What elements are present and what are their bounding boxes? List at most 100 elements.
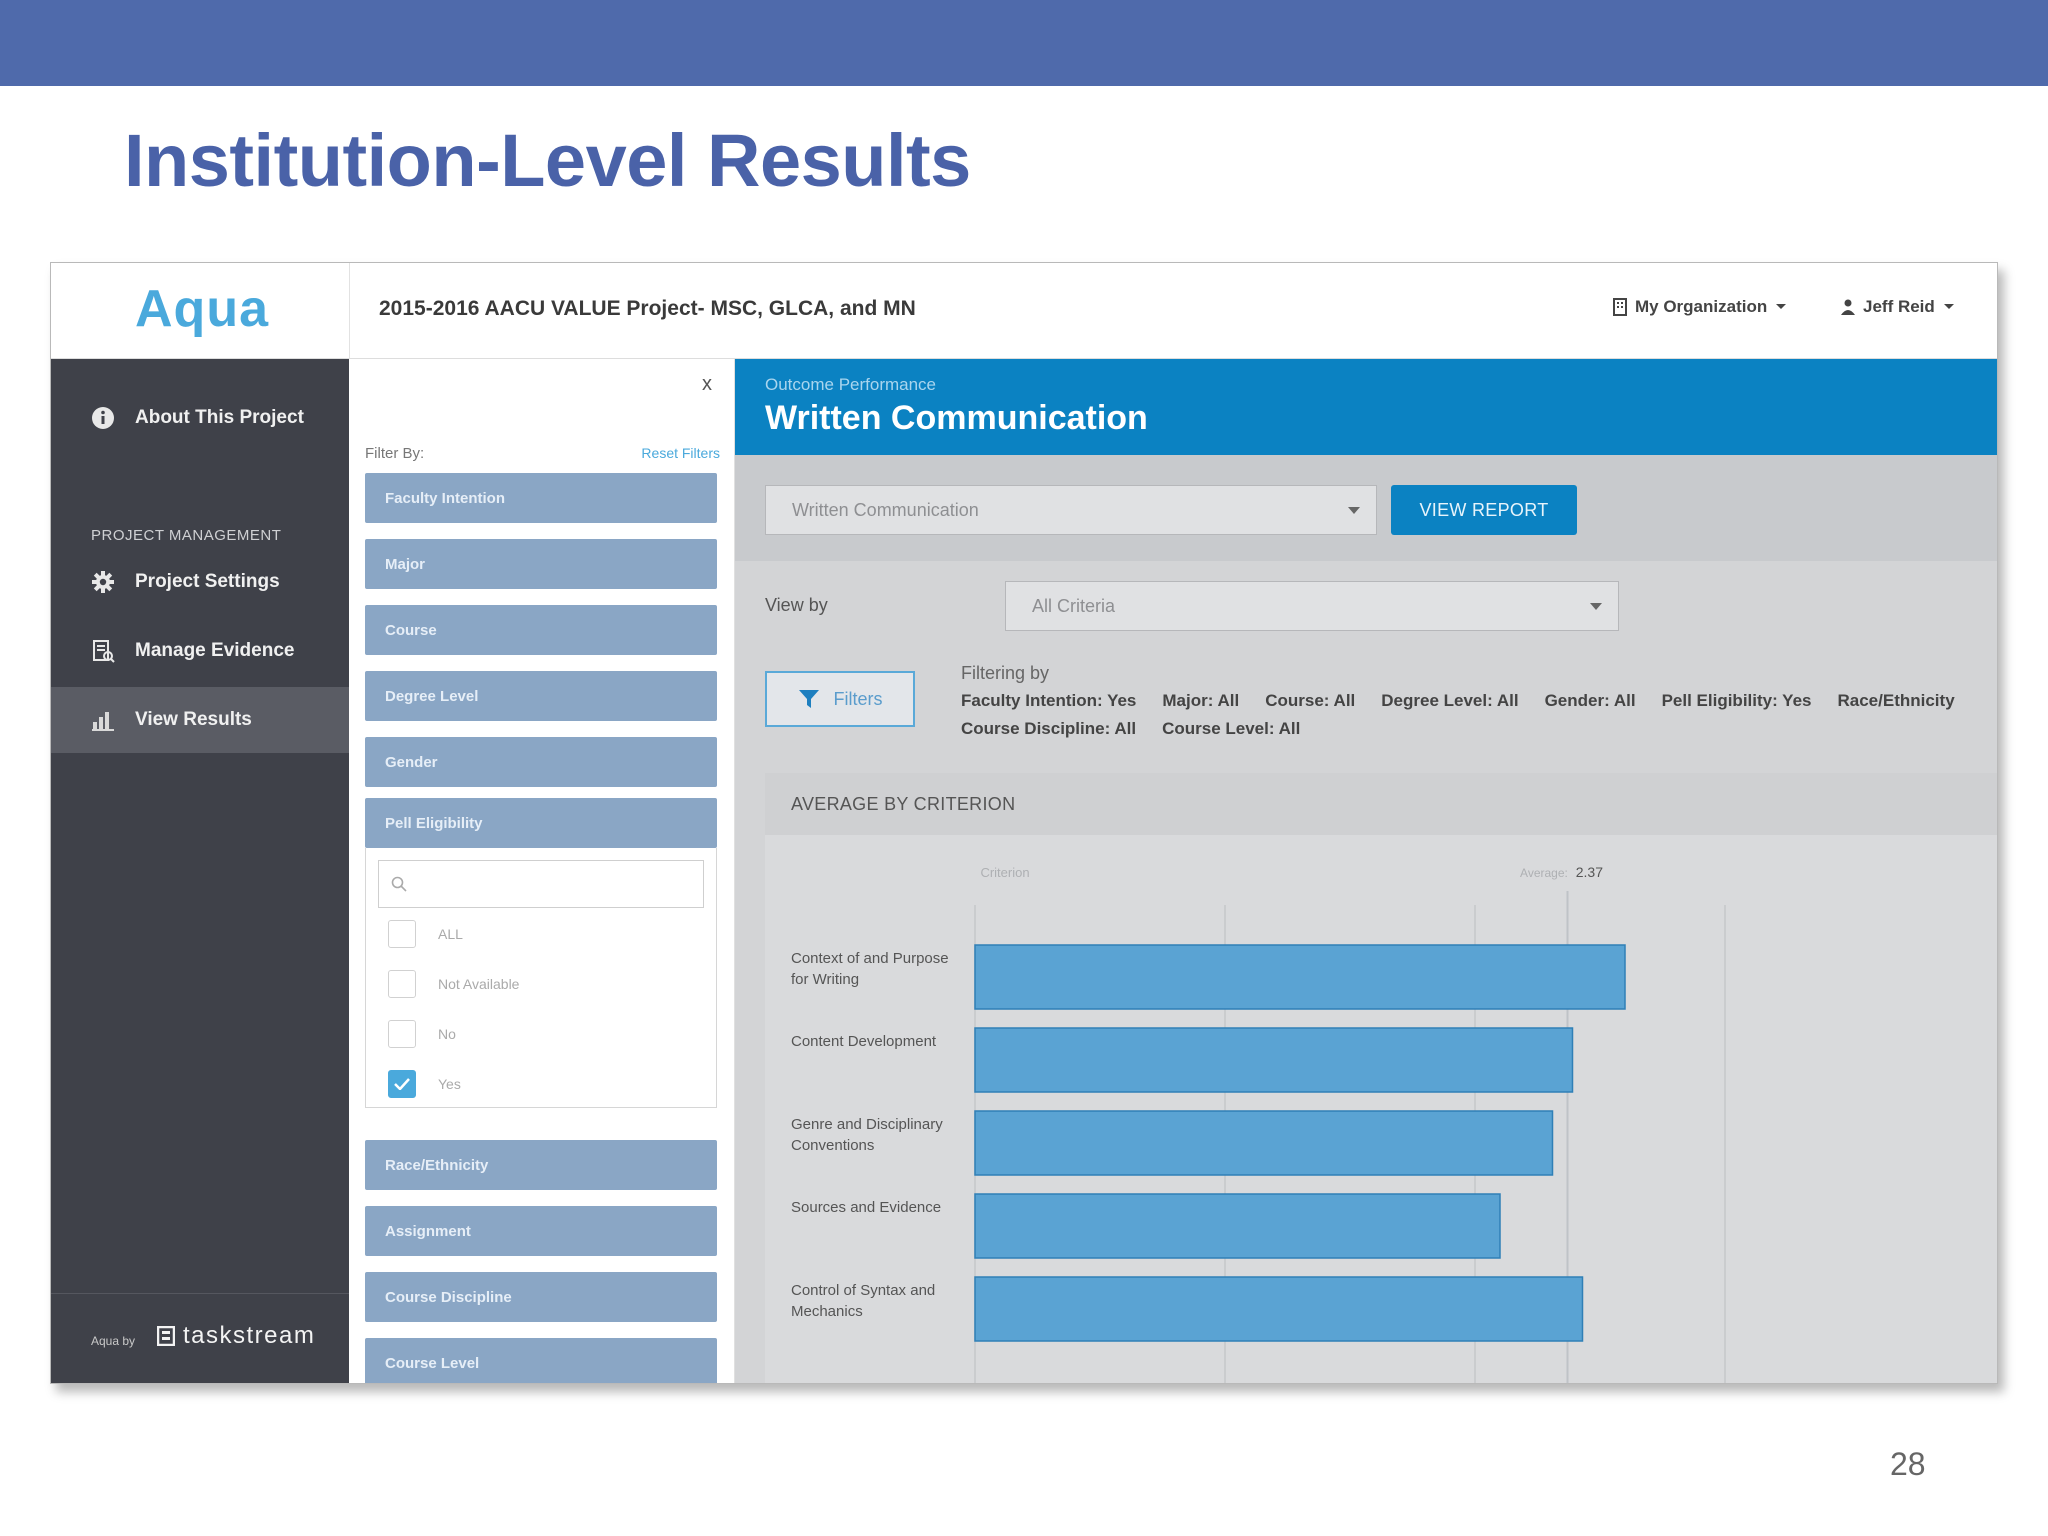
checkbox[interactable] bbox=[388, 1020, 416, 1048]
sidebar-item-label: About This Project bbox=[135, 407, 304, 428]
view-by-label: View by bbox=[765, 595, 828, 615]
slide-top-band bbox=[0, 0, 2048, 86]
category-label: Content Development bbox=[791, 1033, 937, 1050]
sidebar-item-about[interactable]: About This Project bbox=[51, 385, 349, 451]
aqua-logo[interactable]: Aqua bbox=[135, 279, 269, 339]
filter-faculty-intention[interactable]: Faculty Intention bbox=[365, 473, 717, 523]
banner-title: Written Communication bbox=[765, 399, 1148, 437]
active-filter: Course Level: All bbox=[1162, 719, 1301, 738]
pell-eligibility-options: ALL Not Available No Yes bbox=[365, 848, 717, 1108]
chart-icon bbox=[89, 706, 117, 734]
user-menu-label: Jeff Reid bbox=[1863, 297, 1935, 316]
pell-option-all[interactable]: ALL bbox=[388, 920, 463, 948]
average-label: Average: 2.37 bbox=[1520, 864, 1603, 880]
chart-bars bbox=[974, 944, 1626, 1342]
search-icon bbox=[391, 876, 407, 892]
filter-major[interactable]: Major bbox=[365, 539, 717, 589]
sidebar-item-label: View Results bbox=[135, 709, 252, 730]
category-label: Genre and Disciplinary Conventions bbox=[791, 1116, 943, 1154]
filter-course-discipline[interactable]: Course Discipline bbox=[365, 1272, 717, 1322]
outcome-banner: Outcome Performance Written Communicatio… bbox=[735, 359, 1997, 455]
category-label: Control of Syntax and Mechanics bbox=[791, 1282, 935, 1320]
bar bbox=[974, 944, 1626, 1010]
outcome-select[interactable]: Written Communication bbox=[765, 485, 1377, 535]
evidence-icon bbox=[89, 637, 117, 665]
criterion-bar-chart: Criterion Average: 2.37 Context of and P… bbox=[791, 864, 1726, 1383]
chart-title: AVERAGE BY CRITERION bbox=[765, 773, 1997, 835]
filter-gender[interactable]: Gender bbox=[365, 737, 717, 787]
filter-degree-level[interactable]: Degree Level bbox=[365, 671, 717, 721]
filters-button[interactable]: Filters bbox=[765, 671, 915, 727]
filtering-by-title: Filtering by bbox=[961, 663, 1050, 683]
taskstream-logo[interactable]: taskstream bbox=[157, 1322, 315, 1350]
active-filter: Faculty Intention: Yes bbox=[961, 691, 1137, 710]
pell-option-no[interactable]: No bbox=[388, 1020, 456, 1048]
close-filter-panel-button[interactable]: x bbox=[702, 373, 712, 396]
filter-by-label: Filter By: bbox=[365, 445, 425, 462]
view-report-button[interactable]: VIEW REPORT bbox=[1391, 485, 1577, 535]
filter-pell-eligibility[interactable]: Pell Eligibility bbox=[365, 798, 717, 848]
average-caption: Average: bbox=[1520, 866, 1568, 880]
category-label-line: Sources and Evidence bbox=[791, 1199, 941, 1216]
chart-category-labels: Context of and Purpose for Writing Content… bbox=[791, 950, 949, 1320]
sidebar-item-label: Manage Evidence bbox=[135, 640, 295, 661]
active-filters-line-1: Faculty Intention: Yes Major: All Course: … bbox=[961, 691, 1981, 711]
category-label: Context of and Purpose for Writing bbox=[791, 950, 949, 988]
active-filter: Gender: All bbox=[1544, 691, 1636, 710]
taskstream-wordmark: taskstream bbox=[183, 1322, 316, 1349]
slide-title: Institution-Level Results bbox=[124, 119, 971, 202]
option-label: No bbox=[438, 1026, 456, 1042]
page-number: 28 bbox=[1890, 1446, 1926, 1482]
view-by-select-value: All Criteria bbox=[1032, 595, 1116, 616]
active-filter: Major: All bbox=[1162, 691, 1240, 710]
main-content: Outcome Performance Written Communicatio… bbox=[735, 359, 1997, 1383]
organization-menu[interactable]: My Organization bbox=[1613, 297, 1787, 317]
category-label: Sources and Evidence bbox=[791, 1199, 941, 1216]
sidebar-item-view-results[interactable]: View Results bbox=[51, 687, 349, 753]
sidebar-item-project-settings[interactable]: Project Settings bbox=[51, 549, 349, 615]
funnel-icon bbox=[798, 690, 819, 708]
active-filters-line-2: Course Discipline: All Course Level: All bbox=[961, 719, 1326, 739]
filter-panel: x Filter By: Reset Filters Faculty Inten… bbox=[350, 359, 735, 1383]
pell-search-input[interactable] bbox=[378, 860, 704, 908]
building-icon bbox=[1613, 298, 1627, 316]
category-label-line: Genre and Disciplinary bbox=[791, 1116, 943, 1133]
chevron-down-icon bbox=[1943, 304, 1954, 309]
view-by-select[interactable]: All Criteria bbox=[1005, 581, 1619, 631]
user-menu[interactable]: Jeff Reid bbox=[1841, 297, 1955, 317]
user-icon bbox=[1841, 299, 1855, 315]
pell-option-yes[interactable]: Yes bbox=[388, 1070, 461, 1098]
checkbox[interactable] bbox=[388, 970, 416, 998]
filter-assignment[interactable]: Assignment bbox=[365, 1206, 717, 1256]
outcome-select-value: Written Communication bbox=[792, 499, 979, 520]
active-filter: Course Discipline: All bbox=[961, 719, 1137, 738]
sidebar-section-title: PROJECT MANAGEMENT bbox=[91, 527, 282, 544]
filter-course[interactable]: Course bbox=[365, 605, 717, 655]
filters-button-label: Filters bbox=[833, 688, 883, 709]
chevron-down-icon bbox=[1590, 603, 1602, 610]
filter-race-ethnicity[interactable]: Race/Ethnicity bbox=[365, 1140, 717, 1190]
pell-option-not-available[interactable]: Not Available bbox=[388, 970, 519, 998]
category-label-line: Context of and Purpose bbox=[791, 950, 949, 967]
info-icon bbox=[89, 404, 117, 432]
category-label-line: for Writing bbox=[791, 971, 859, 988]
project-title: 2015-2016 AACU VALUE Project- MSC, GLCA,… bbox=[379, 297, 916, 320]
sidebar-item-label: Project Settings bbox=[135, 571, 280, 592]
average-by-criterion-card: AVERAGE BY CRITERION Criterion Average: … bbox=[765, 773, 1997, 1383]
checkbox[interactable] bbox=[388, 920, 416, 948]
sidebar-item-manage-evidence[interactable]: Manage Evidence bbox=[51, 618, 349, 684]
checkmark-icon bbox=[394, 1078, 410, 1090]
app-screenshot: Aqua 2015-2016 AACU VALUE Project- MSC, … bbox=[50, 262, 1998, 1384]
category-label-line: Mechanics bbox=[791, 1303, 863, 1320]
sidebar: About This Project PROJECT MANAGEMENT Pr… bbox=[51, 359, 349, 1383]
bar bbox=[974, 1193, 1501, 1259]
category-label-line: Control of Syntax and bbox=[791, 1282, 935, 1299]
active-filter: Race/Ethnicity bbox=[1837, 691, 1955, 710]
option-label: Not Available bbox=[438, 976, 520, 992]
filter-course-level[interactable]: Course Level bbox=[365, 1338, 717, 1383]
footer-byline: Aqua by bbox=[91, 1334, 136, 1348]
bar bbox=[974, 1276, 1584, 1342]
checkbox-checked[interactable] bbox=[388, 1070, 416, 1098]
option-label: ALL bbox=[438, 926, 463, 942]
reset-filters-link[interactable]: Reset Filters bbox=[641, 445, 720, 461]
